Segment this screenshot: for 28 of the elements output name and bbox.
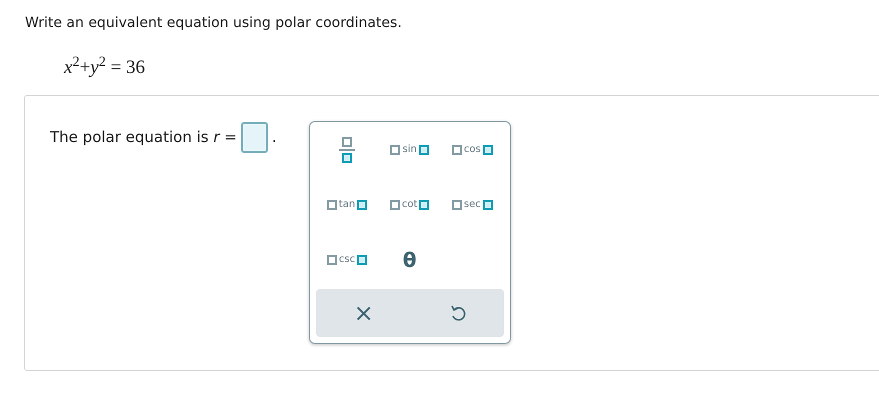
function-key[interactable]: sec bbox=[452, 186, 493, 222]
input-slot-icon bbox=[419, 200, 430, 210]
input-slot-icon bbox=[342, 152, 352, 162]
placeholder-slot-icon bbox=[326, 254, 337, 264]
placeholder-slot-icon bbox=[326, 200, 337, 210]
undo-icon bbox=[450, 304, 466, 322]
input-slot-icon bbox=[418, 144, 429, 154]
prompt-text: The polar equation is r = bbox=[50, 126, 237, 148]
instruction-text: Write an equivalent equation using polar coordinates. bbox=[25, 14, 403, 33]
clear-button[interactable]: × bbox=[342, 300, 386, 324]
placeholder-slot-icon bbox=[342, 136, 352, 146]
function-key[interactable]: sin bbox=[390, 132, 429, 168]
equation: x$^{2}$+y$^{2}$ = 36 bbox=[64, 54, 146, 80]
placeholder-slot-icon bbox=[452, 200, 462, 210]
function-key[interactable]: tan bbox=[326, 186, 368, 222]
answer-field[interactable] bbox=[240, 122, 268, 152]
period-text: . bbox=[272, 126, 277, 148]
input-slot-icon bbox=[482, 200, 493, 210]
function-key[interactable]: cot bbox=[390, 186, 430, 222]
input-slot-icon bbox=[357, 200, 368, 210]
function-key[interactable]: csc bbox=[326, 242, 368, 278]
input-slot-icon bbox=[357, 254, 368, 264]
placeholder-slot-icon bbox=[390, 200, 400, 210]
function-key[interactable]: cos bbox=[452, 132, 493, 168]
symbol-key[interactable]: θ bbox=[394, 242, 425, 278]
placeholder-slot-icon bbox=[390, 144, 400, 154]
placeholder-slot-icon bbox=[452, 144, 462, 154]
input-slot-icon bbox=[482, 144, 493, 154]
